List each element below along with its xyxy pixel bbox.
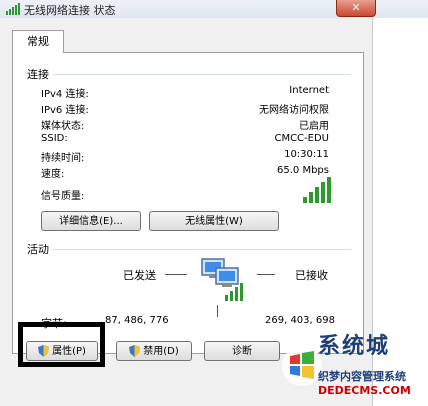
activity-section-title: 活动 — [27, 243, 49, 256]
close-button[interactable]: ✕ — [336, 0, 376, 17]
ipv6-value: 无网络访问权限 — [259, 105, 329, 116]
speed-label: 速度: — [41, 169, 65, 180]
watermark-url: DEDECMS.COM — [318, 384, 411, 397]
wireless-properties-button[interactable]: 无线属性(W) — [149, 211, 279, 231]
received-label: 已接收 — [295, 269, 328, 282]
duration-value: 10:30:11 — [284, 149, 329, 160]
watermark-subtitle: 织梦内容管理系统 — [318, 370, 406, 383]
highlight-box — [18, 322, 105, 367]
ssid-label: SSID: — [41, 133, 68, 144]
sent-line — [165, 274, 187, 275]
sent-label: 已发送 — [123, 269, 156, 282]
activity-connector — [217, 305, 218, 317]
connection-section-title: 连接 — [27, 68, 49, 81]
ipv6-label: IPv6 连接: — [41, 105, 89, 116]
ipv4-value: Internet — [289, 85, 329, 96]
network-computers-icon — [201, 258, 243, 301]
title-bar: 无线网络连接 状态 ✕ — [0, 0, 428, 19]
ssid-value: CMCC-EDU — [274, 133, 329, 144]
speed-value: 65.0 Mbps — [277, 165, 329, 176]
uac-shield-icon — [129, 345, 141, 357]
details-button[interactable]: 详细信息(E)... — [41, 211, 141, 231]
signal-quality-label: 信号质量: — [41, 191, 85, 202]
bytes-sent-value: 87, 486, 776 — [105, 315, 169, 326]
watermark-brand: 系统城 — [318, 334, 391, 359]
wifi-signal-icon — [6, 3, 20, 15]
disable-label: 禁用(D) — [143, 346, 179, 357]
duration-label: 持续时间: — [41, 153, 85, 164]
section-divider — [53, 249, 351, 250]
signal-strength-icon — [303, 177, 331, 203]
ipv4-label: IPv4 连接: — [41, 89, 89, 100]
bytes-received-value: 269, 403, 698 — [265, 315, 335, 326]
window-title: 无线网络连接 状态 — [24, 4, 116, 17]
media-state-value: 已启用 — [299, 121, 329, 132]
received-line — [257, 274, 275, 275]
diagnose-button[interactable]: 诊断 — [204, 341, 280, 361]
tab-general[interactable]: 常规 — [12, 30, 64, 53]
general-panel: 连接 IPv4 连接: Internet IPv6 连接: 无网络访问权限 媒体… — [12, 52, 364, 354]
disable-button[interactable]: 禁用(D) — [116, 341, 192, 361]
media-state-label: 媒体状态: — [41, 121, 85, 132]
section-divider — [53, 74, 351, 75]
